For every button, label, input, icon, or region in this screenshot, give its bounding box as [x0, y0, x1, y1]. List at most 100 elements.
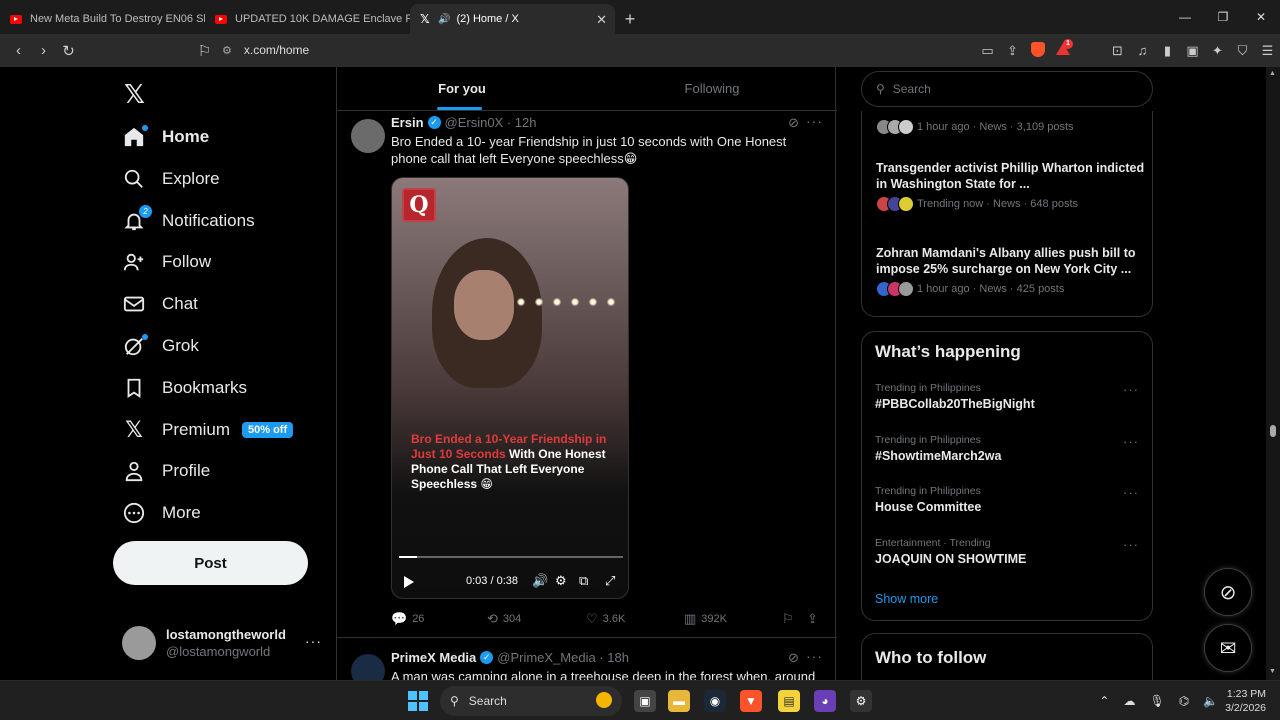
trend-item[interactable]: Trending in Philippines #ShowtimeMarch2w… [875, 434, 1145, 463]
search-input[interactable]: ⚲ Search [861, 71, 1153, 107]
tweet-time[interactable]: 12h [515, 115, 537, 130]
bookmark-button[interactable]: ⚐ [782, 611, 799, 627]
reload-button[interactable]: ↻ [56, 42, 81, 60]
pip-icon[interactable]: ⧉ [579, 573, 588, 589]
nav-profile[interactable]: Profile [122, 451, 210, 491]
brave-shields-icon[interactable] [1025, 41, 1050, 60]
tray-overflow-icon[interactable]: ⌃ [1099, 694, 1109, 708]
url-field[interactable]: ⚙ x.com/home [222, 38, 1052, 62]
trend-item[interactable]: Trending in Philippines #PBBCollab20TheB… [875, 382, 1145, 411]
nav-notifications[interactable]: 2 Notifications [122, 201, 255, 241]
taskbar-search[interactable]: ⚲ Search [440, 686, 622, 716]
fullscreen-icon[interactable]: ⤢ [605, 573, 615, 589]
new-tab-button[interactable]: + [615, 4, 645, 34]
windows-start-icon[interactable] [408, 691, 428, 711]
browser-tab[interactable]: UPDATED 10K DAMAGE Enclave Plas [205, 4, 410, 34]
grok-icon[interactable]: ⊘ [788, 115, 799, 131]
video-progress-bar[interactable] [399, 556, 623, 558]
scroll-down-icon[interactable]: ▼ [1269, 668, 1276, 675]
microphone-icon[interactable]: 🎙 [1149, 694, 1164, 708]
vpn-icon[interactable]: ⛉ [1230, 43, 1255, 59]
volume-icon[interactable]: 🔊 [532, 573, 548, 589]
play-icon[interactable] [404, 576, 414, 588]
more-icon[interactable]: ··· [1123, 434, 1139, 449]
clock[interactable]: 1:23 PM 3/2/2026 [1225, 687, 1266, 715]
video-player[interactable]: Q Bro Ended a 10-Year Friendship in Just… [391, 177, 629, 599]
nav-more[interactable]: More [122, 493, 201, 533]
screenshot-icon[interactable]: ⊡ [1105, 43, 1130, 59]
reply-button[interactable]: 💬 26 [391, 611, 424, 627]
sidebar-icon[interactable]: ▮ [1155, 43, 1180, 59]
tab-for-you[interactable]: For you [337, 67, 587, 110]
browser-tab[interactable]: New Meta Build To Destroy EN06 Sh [0, 4, 205, 34]
nav-follow[interactable]: Follow [122, 242, 211, 282]
close-window-button[interactable]: ✕ [1242, 0, 1280, 34]
close-tab-icon[interactable]: ✕ [596, 12, 607, 28]
trend-item[interactable]: Trending in Philippines House Committee … [875, 485, 1145, 514]
network-icon[interactable]: ⌬ [1179, 694, 1189, 708]
tweet-author-name[interactable]: PrimeX Media [391, 650, 476, 665]
tweet-handle[interactable]: @PrimeX_Media [497, 650, 595, 665]
more-icon[interactable]: ··· [305, 633, 322, 649]
browser-tab-active[interactable]: 𝕏 🔊 (2) Home / X ✕ [410, 4, 615, 34]
more-icon[interactable]: ··· [806, 113, 823, 129]
app-icon[interactable]: ⚙ [850, 690, 872, 712]
more-icon[interactable]: ··· [1123, 537, 1139, 552]
nav-premium[interactable]: 𝕏 Premium 50% off [122, 410, 294, 450]
brave-icon[interactable]: ▼ [740, 690, 762, 712]
x-logo-icon[interactable]: 𝕏 [124, 79, 145, 110]
more-icon[interactable]: ··· [806, 648, 823, 664]
settings-icon[interactable]: ⚙ [555, 573, 567, 589]
sticky-notes-icon[interactable]: ▤ [778, 690, 800, 712]
volume-icon[interactable]: 🔈 [1203, 694, 1218, 708]
more-icon[interactable]: ··· [1123, 382, 1139, 397]
maximize-button[interactable]: ❐ [1204, 0, 1242, 34]
bookmark-page-icon[interactable]: ⚐ [192, 42, 217, 60]
nav-chat[interactable]: Chat [122, 284, 198, 324]
cast-icon[interactable]: ▭ [975, 43, 1000, 59]
back-button[interactable]: ‹ [6, 42, 31, 59]
forward-button[interactable]: › [31, 42, 56, 59]
scrollbar-thumb[interactable] [1270, 425, 1276, 437]
scrollbar[interactable]: ▲ ▼ [1266, 67, 1280, 680]
news-item[interactable]: 1 hour ago · News · 3,109 posts [876, 115, 1146, 135]
nav-explore[interactable]: Explore [122, 159, 220, 199]
account-switcher[interactable]: lostamongtheworld @lostamongworld ··· [122, 623, 332, 663]
avatar[interactable] [351, 119, 385, 153]
task-view-icon[interactable]: ▣ [634, 690, 656, 712]
grok-icon[interactable]: ⊘ [788, 650, 799, 666]
leo-ai-icon[interactable]: ✦ [1205, 43, 1230, 59]
tweet[interactable]: PrimeX Media ✓ @PrimeX_Media · 18h ⊘ ···… [337, 648, 837, 680]
wallet-icon[interactable]: ▣ [1180, 43, 1205, 59]
minimize-button[interactable]: — [1166, 0, 1204, 34]
share-button[interactable]: ⇪ [807, 611, 823, 627]
repost-button[interactable]: ⟲ 304 [487, 611, 521, 627]
nav-grok[interactable]: Grok [122, 326, 199, 366]
nav-bookmarks[interactable]: Bookmarks [122, 368, 247, 408]
more-icon[interactable]: ··· [1123, 485, 1139, 500]
scroll-up-icon[interactable]: ▲ [1269, 70, 1276, 77]
messages-float-button[interactable]: ✉ [1204, 624, 1252, 672]
site-settings-icon[interactable]: ⚙ [222, 44, 232, 57]
tab-following[interactable]: Following [587, 67, 837, 110]
grok-float-button[interactable]: ⊘ [1204, 568, 1252, 616]
views-button[interactable]: ▥ 392K [684, 611, 727, 627]
file-explorer-icon[interactable]: ▬ [668, 690, 690, 712]
avatar[interactable] [351, 654, 385, 680]
share-icon[interactable]: ⇪ [1000, 43, 1025, 59]
speaker-icon[interactable]: 🔊 [438, 14, 450, 25]
news-item[interactable]: Zohran Mamdani's Albany allies push bill… [876, 245, 1146, 297]
show-more-link[interactable]: Show more [875, 592, 938, 606]
tweet-author-name[interactable]: Ersin [391, 115, 424, 130]
like-button[interactable]: ♡ 3.6K [586, 611, 625, 627]
brave-rewards-icon[interactable]: 1 [1050, 39, 1075, 58]
tweet-handle[interactable]: @Ersin0X [445, 115, 504, 130]
news-item[interactable]: Transgender activist Phillip Wharton ind… [876, 160, 1146, 212]
tweet[interactable]: Ersin ✓ @Ersin0X · 12h ⊘ ··· Bro Ended a… [337, 113, 837, 635]
trend-item[interactable]: Entertainment · Trending JOAQUIN ON SHOW… [875, 537, 1145, 566]
steam-icon[interactable]: ◉ [704, 690, 726, 712]
media-icon[interactable]: ♫ [1130, 43, 1155, 58]
onedrive-icon[interactable]: ☁ [1123, 694, 1135, 708]
tweet-time[interactable]: 18h [607, 650, 629, 665]
post-button[interactable]: Post [113, 541, 308, 585]
